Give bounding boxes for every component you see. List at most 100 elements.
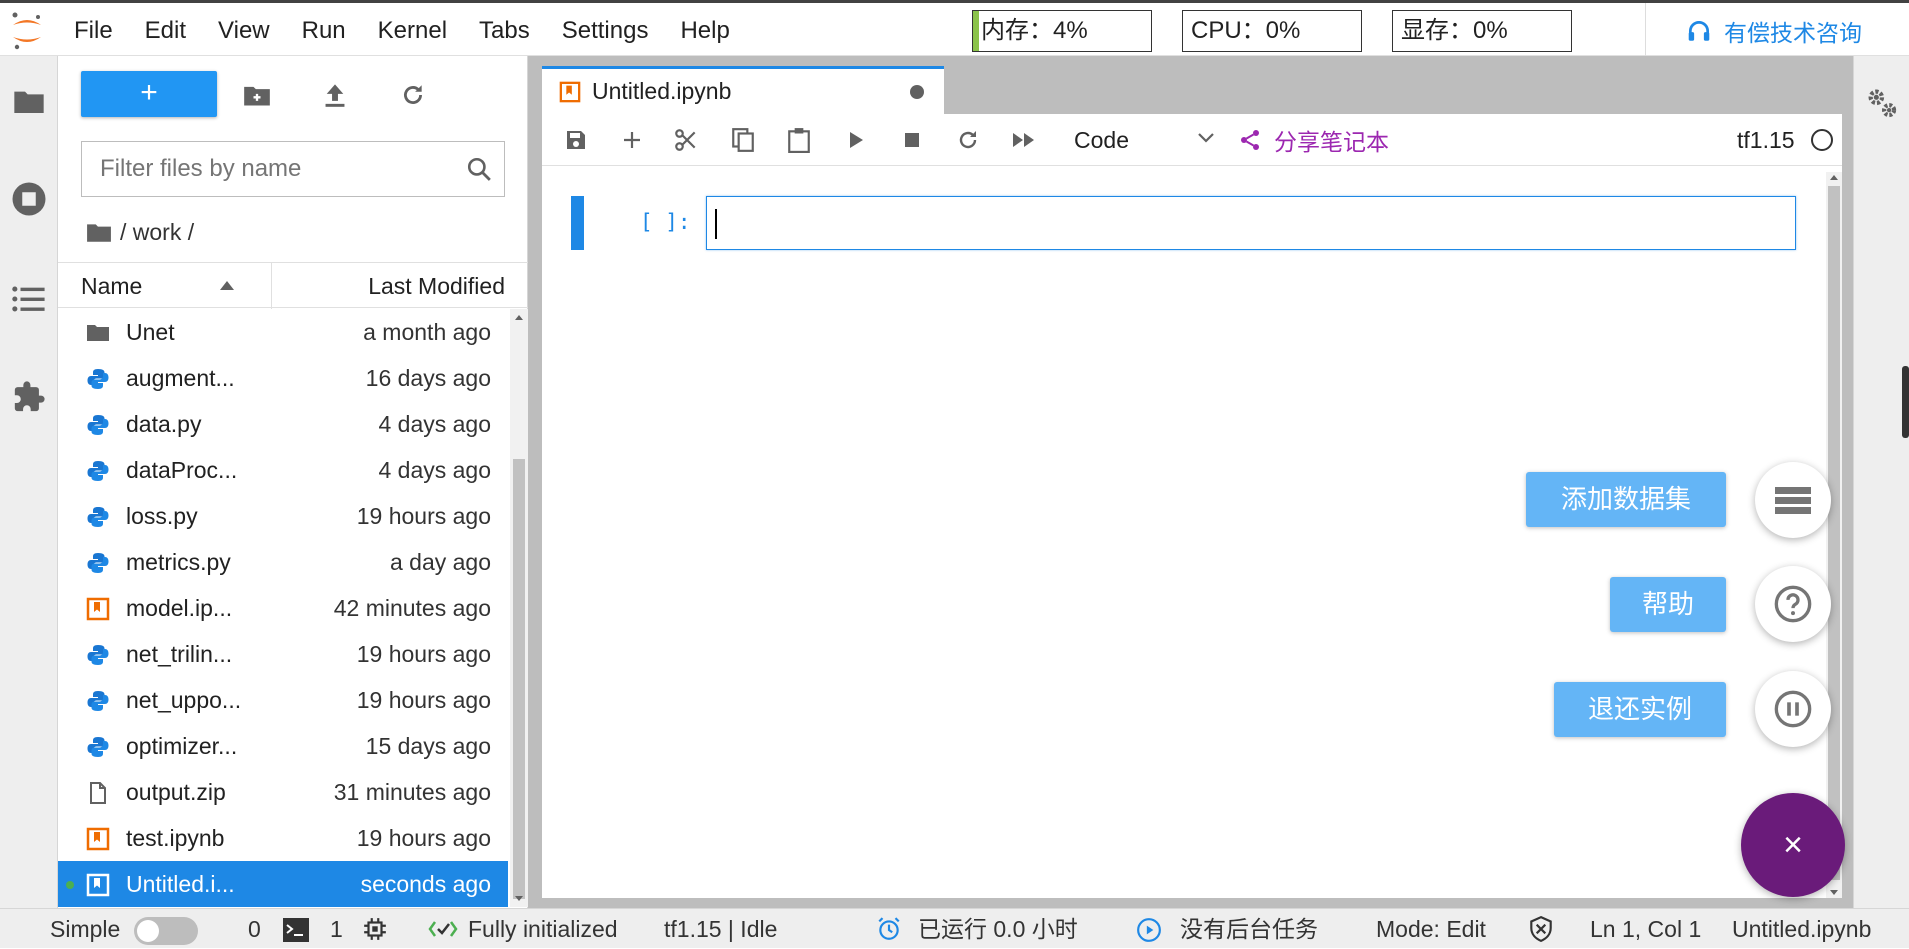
tab-title: Untitled.ipynb (592, 78, 732, 104)
property-inspector-tab[interactable] (1865, 86, 1899, 120)
menu-file[interactable]: File (58, 3, 129, 59)
top-menu-bar: File Edit View Run Kernel Tabs Settings … (0, 0, 1909, 59)
file-modified: 19 hours ago (356, 825, 491, 851)
sidebar-resize-handle[interactable] (1902, 366, 1909, 438)
file-browser-tab[interactable] (8, 80, 50, 122)
file-row[interactable]: dataProc... 4 days ago (58, 447, 508, 493)
insert-cell-button[interactable] (618, 126, 646, 154)
menu-tabs[interactable]: Tabs (463, 3, 546, 59)
extensions-tab[interactable] (8, 376, 50, 418)
code-cell-editor[interactable] (706, 196, 1796, 250)
file-row[interactable]: model.ip... 42 minutes ago (58, 585, 508, 631)
column-divider[interactable] (271, 263, 272, 309)
add-dataset-button[interactable]: 添加数据集 (1526, 472, 1726, 527)
code-check-icon (428, 917, 458, 941)
kernel-status[interactable]: tf1.15 | Idle (664, 909, 777, 949)
help-button[interactable]: 帮助 (1610, 577, 1726, 632)
chip-icon (362, 916, 388, 942)
interrupt-kernel-button[interactable] (898, 126, 926, 154)
file-row[interactable]: output.zip 31 minutes ago (58, 769, 508, 815)
kernel-name[interactable]: tf1.15 (1737, 114, 1795, 166)
share-notebook-button[interactable]: 分享笔记本 (1238, 114, 1389, 166)
edit-mode-label[interactable]: Mode: Edit (1376, 909, 1486, 949)
file-modified: 42 minutes ago (333, 595, 491, 621)
restart-kernel-button[interactable] (954, 126, 982, 154)
new-launcher-button[interactable]: + (81, 71, 217, 117)
folder-icon[interactable] (86, 221, 112, 243)
cpu-label: CPU：0% (1191, 17, 1301, 44)
file-row[interactable]: data.py 4 days ago (58, 401, 508, 447)
background-tasks-label[interactable]: 没有后台任务 (1180, 909, 1318, 949)
filter-input[interactable] (82, 142, 442, 196)
copy-icon (732, 128, 754, 152)
return-instance-button[interactable]: 退还实例 (1554, 682, 1726, 737)
menu-help[interactable]: Help (664, 3, 745, 59)
file-list: Unet a month ago augment... 16 days ago … (58, 309, 508, 907)
file-row[interactable]: test.ipynb 19 hours ago (58, 815, 508, 861)
breadcrumb-path[interactable]: / work / (120, 219, 194, 246)
restart-run-all-button[interactable] (1010, 126, 1038, 154)
file-row[interactable]: optimizer... 15 days ago (58, 723, 508, 769)
notebook-scrollbar[interactable] (1826, 172, 1842, 898)
pause-fab[interactable] (1755, 671, 1831, 747)
restart-icon (959, 131, 977, 149)
file-modified: 15 days ago (365, 733, 491, 759)
file-row-unet[interactable]: Unet a month ago (58, 309, 508, 355)
scroll-down-icon (1830, 890, 1838, 895)
run-cell-button[interactable] (842, 126, 870, 154)
new-folder-button[interactable] (240, 78, 274, 112)
memory-meter: 内存：4% (972, 10, 1152, 52)
upload-button[interactable] (318, 78, 352, 112)
cell-type-select[interactable]: Code (1074, 114, 1129, 166)
kernels-count[interactable]: 1 (330, 909, 343, 949)
file-row[interactable]: net_uppo... 19 hours ago (58, 677, 508, 723)
close-fab[interactable]: × (1741, 793, 1845, 897)
init-status[interactable]: Fully initialized (468, 909, 618, 949)
running-sessions-tab[interactable] (8, 178, 50, 220)
chevron-down-icon[interactable] (1197, 132, 1215, 144)
save-button[interactable] (562, 126, 590, 154)
terminals-count[interactable]: 0 (248, 909, 261, 949)
notebook-icon (559, 81, 581, 103)
search-icon (466, 156, 492, 182)
file-modified: 31 minutes ago (333, 779, 491, 805)
scrollbar-thumb[interactable] (513, 459, 525, 899)
file-modified: seconds ago (360, 871, 491, 897)
filter-files-field[interactable] (81, 141, 505, 197)
cut-button[interactable] (672, 126, 700, 154)
table-of-contents-tab[interactable] (8, 278, 50, 320)
dataset-fab[interactable] (1755, 462, 1831, 538)
file-row[interactable]: net_trilin... 19 hours ago (58, 631, 508, 677)
current-filename: Untitled.ipynb (1732, 916, 1872, 942)
python-file-icon (86, 505, 110, 529)
copy-button[interactable] (729, 126, 757, 154)
file-row[interactable]: metrics.py a day ago (58, 539, 508, 585)
menu-edit[interactable]: Edit (129, 3, 202, 59)
tab-untitled-notebook[interactable]: Untitled.ipynb (542, 66, 944, 114)
file-name: test.ipynb (126, 825, 225, 851)
simple-mode-toggle[interactable] (134, 917, 198, 945)
puzzle-icon (14, 381, 45, 412)
scrollbar-thumb[interactable] (1828, 186, 1840, 880)
help-fab[interactable] (1755, 566, 1831, 642)
consult-link[interactable]: 有偿技术咨询 (1645, 3, 1909, 59)
menu-settings[interactable]: Settings (546, 3, 665, 59)
save-icon (567, 131, 585, 149)
column-modified-header[interactable]: Last Modified (368, 263, 505, 309)
file-list-scrollbar[interactable] (510, 309, 528, 907)
file-browser-panel: + / work / Name Last Modified Unet a mon… (58, 56, 528, 908)
active-cell-marker (571, 196, 584, 250)
notebook-icon (86, 597, 110, 621)
file-row[interactable]: augment... 16 days ago (58, 355, 508, 401)
menu-kernel[interactable]: Kernel (362, 3, 463, 59)
cursor-position[interactable]: Ln 1, Col 1 (1590, 909, 1701, 949)
column-name-header[interactable]: Name (81, 263, 142, 309)
file-row-selected[interactable]: Untitled.i... seconds ago (58, 861, 508, 907)
unsaved-indicator[interactable] (910, 85, 924, 99)
menu-run[interactable]: Run (286, 3, 362, 59)
file-row[interactable]: loss.py 19 hours ago (58, 493, 508, 539)
paste-button[interactable] (785, 126, 813, 154)
refresh-button[interactable] (396, 78, 430, 112)
trust-shield-icon[interactable] (1528, 915, 1554, 943)
menu-view[interactable]: View (202, 3, 286, 59)
